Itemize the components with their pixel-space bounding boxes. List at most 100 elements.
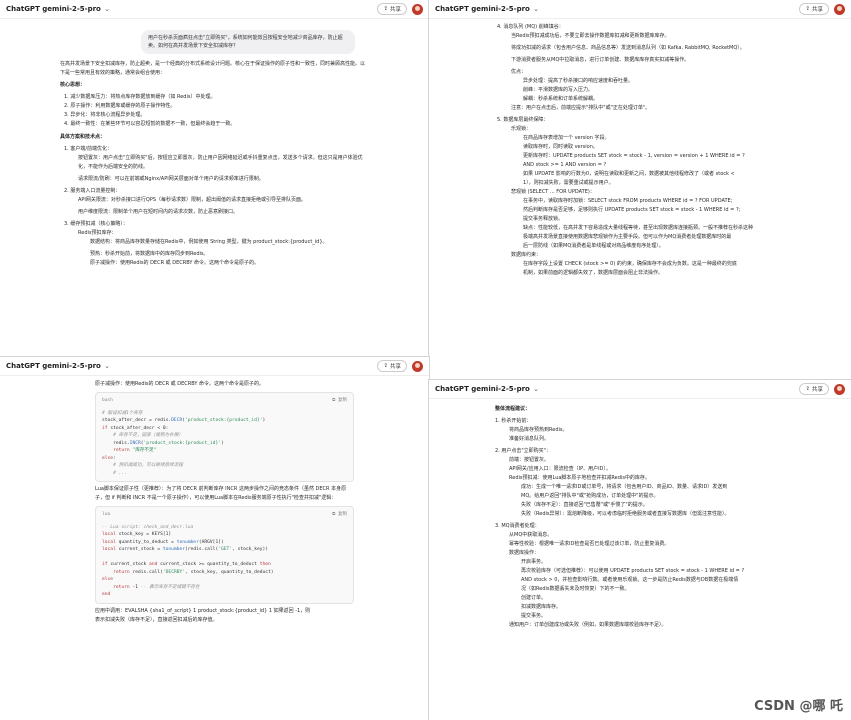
list-item: 成功：生成一个唯一请求ID或订单号，将请求（包含用户ID、商品ID、数量、请求I… (521, 484, 728, 490)
list-item: 极端高并发场景直接使用数据库悲观锁作为主要手段。但可以作为MQ消费者处理数据库时… (523, 234, 732, 240)
list-item: 开启事务。 (521, 559, 547, 565)
list-item: 应用中调用：EVALSHA {sha1_of_script} 1 product… (95, 607, 311, 614)
list-item: 提交事务释放锁。 (523, 216, 564, 222)
list-item: AND stock >= 1 AND version = ? (523, 162, 607, 168)
intro-text: 在高并发场景下安全扣减库存，防止超卖，是一个经典的分布式系统设计问题。核心在于保… (60, 61, 366, 76)
list-item: 如果 UPDATE 影响的行数为0，说明在读取和更新之间，数据被其他线程修改了（… (523, 171, 735, 177)
user-message: 用户在秒杀页面疯狂点击"立即购买"，系统如何能效且按程安全地减少商品库存，防止超… (141, 30, 355, 54)
watermark: CSDN @哪 吒 (754, 699, 843, 714)
share-icon: ⇪ (805, 386, 810, 392)
list-item: Lua脚本保证原子性（更推荐）：为了将 DECR 前判断库存 INCR 这两步操… (95, 486, 347, 501)
list-item: 3. 异步化：将非核心流程异步处理。 (64, 112, 146, 118)
list-item: 预热：秒杀开始前，将数据库中的库存同步到Redis。 (90, 251, 209, 257)
share-button[interactable]: ⇪ 共享 (799, 3, 829, 15)
list-item: Redis预扣库存： (78, 230, 117, 236)
list-item: 然后判断库存是否足够，足够则执行 UPDATE products SET sto… (523, 207, 741, 213)
copy-button[interactable]: ⧉ 复制 (332, 397, 347, 405)
list-item: 创建订单。 (521, 595, 547, 601)
copy-button[interactable]: ⧉ 复制 (332, 511, 347, 519)
share-icon: ⇪ (805, 6, 810, 12)
list-item: 准备好消息队列。 (509, 436, 550, 442)
chat-content: 原子减操作：使用Redis的 DECR 或 DECRBY 命令。这两个命令是原子… (0, 376, 429, 625)
share-button[interactable]: ⇪ 共享 (377, 360, 407, 372)
avatar[interactable] (412, 3, 423, 15)
avatar[interactable] (834, 383, 845, 395)
list-item: 1），则扣减失败，需要重试或提示用户。 (523, 180, 614, 186)
section-heading: 1. 客户端/前端优化： (64, 146, 113, 152)
chat-title[interactable]: ChatGPT gemini-2-5-pro ⌄ (435, 385, 799, 393)
list-item: 更新库存时：UPDATE products SET stock = stock … (523, 153, 745, 159)
list-item: 通知用户：订单创建成功或失败（例如，如果数据库端校验库存不足）。 (509, 622, 667, 628)
list-item: MQ。给用户返回"排队中"或"抢购成功，订单处理中"的提示。 (521, 493, 659, 499)
core-list: 1. 减少数据库压力：将热点库存数据放到缓存（如 Redis）中处理。 2. 原… (60, 93, 369, 129)
share-icon: ⇪ (383, 6, 388, 12)
section-heading: 4. 消息队列 (MQ) 削峰填谷： (497, 24, 564, 30)
list-item: 请求限流/防刷：可以在前端或Nginx/API网关层面对单个用户的请求频率进行限… (78, 176, 264, 182)
list-item: 前端：按钮置灰。 (509, 457, 550, 463)
section-heading: 2. 服务端入口流量控制： (64, 188, 121, 194)
chat-content: 4. 消息队列 (MQ) 削峰填谷： 当Redis预扣减成功后，不要立即去操作数… (429, 19, 851, 278)
chevron-down-icon[interactable]: ⌄ (531, 5, 539, 13)
section-heading: 1. 秒杀开始前： (495, 418, 532, 424)
section-heading: 3. MQ消费者处理： (495, 523, 540, 529)
chat-content: 用户在秒杀页面疯狂点击"立即购买"，系统如何能效且按程安全地减少商品库存，防止超… (0, 19, 429, 268)
list-item: 数据库操作： (509, 550, 540, 556)
list-item: AND stock > 0，并检查影响行数。或者使用乐观锁。这一步是防止Redi… (521, 577, 739, 583)
list-item: 从MQ中获取消息。 (509, 532, 553, 538)
list-item: 注意：用户在点击后，前端应提示"排队中"或"正在处理订单"。 (511, 105, 651, 111)
chat-window-4: ChatGPT gemini-2-5-pro ⌄ ⇪ 共享 整体流程建议： 1. … (429, 380, 851, 720)
share-button[interactable]: ⇪ 共享 (799, 383, 829, 395)
list-item: 1. 减少数据库压力：将热点库存数据放到缓存（如 Redis）中处理。 (64, 94, 216, 100)
list-item: 原子减操作：使用Redis的 DECR 或 DECRBY 命令。这两个命令是原子… (95, 381, 265, 387)
share-icon: ⇪ (383, 363, 388, 369)
chat-window-3: ChatGPT gemini-2-5-pro ⌄ ⇪ 共享 原子减操作：使用Red… (0, 357, 429, 720)
list-item: 解耦：秒杀系统和订单系统解耦。 (523, 96, 599, 102)
list-item: 原子减操作：使用Redis的 DECR 或 DECRBY 命令。这两个命令是原子… (90, 260, 260, 266)
chevron-down-icon[interactable]: ⌄ (102, 5, 110, 13)
code-lang-label: bash (102, 398, 113, 403)
list-item: 机制，如果前面的逻辑都失效了，数据库层面会阻止非法操作。 (523, 270, 664, 276)
list-item: 数据结构：将商品库存数量存储在Redis中，例如使用 String 类型，键为 … (90, 239, 328, 245)
assistant-message: 在高并发场景下安全扣减库存，防止超卖，是一个经典的分布式系统设计问题。核心在于保… (0, 60, 429, 268)
list-item: 失败（Redis异常）：需熔断降级，可以考虑临时拒绝服务或者直接写数据库（但需注… (521, 511, 730, 517)
title-bar: ChatGPT gemini-2-5-pro ⌄ ⇪ 共享 (429, 0, 851, 19)
list-item: 失败（库存不足）：直接返回"已售罄"或"手慢了"的提示。 (521, 502, 648, 508)
avatar[interactable] (834, 3, 845, 15)
list-item: 乐观锁： (511, 126, 532, 132)
chat-window-1: ChatGPT gemini-2-5-pro ⌄ ⇪ 共享 用户在秒杀页面疯狂点击… (0, 0, 429, 360)
avatar[interactable] (412, 360, 423, 372)
chevron-down-icon[interactable]: ⌄ (102, 362, 110, 370)
list-item: 将商品库存预热到Redis。 (509, 427, 568, 433)
section-heading: 2. 用户点击"立即购买"： (495, 448, 551, 454)
list-item: 在商品库存表增加一个 version 字段。 (523, 135, 610, 141)
heading-core: 核心思想： (60, 82, 86, 88)
list-item: 后一层防线（如果MQ消费者是单线程或对商品维度有序处理）。 (523, 243, 664, 249)
list-item: 悲观锁 (SELECT ... FOR UPDATE)： (511, 189, 595, 195)
list-item: 下游消费者服务从MQ中拉取消息，进行订单创建、数据库库存真实扣减等操作。 (511, 57, 690, 63)
chat-title[interactable]: ChatGPT gemini-2-5-pro ⌄ (6, 362, 377, 370)
list-item: 读取库存时，同时读取 version。 (523, 144, 598, 150)
list-item: API网关限流：对秒杀接口进行QPS（每秒请求数）限制，超出阈值的请求直接拒绝或… (78, 197, 307, 203)
list-item: 在库存字段上设置 CHECK (stock >= 0) 的约束，确保库存不会成为… (523, 261, 737, 267)
list-item: API网关/应用入口：限流检查（IP、用户ID）。 (509, 466, 611, 472)
list-item: 况（如Redis数据丢失未及时恢复）下的不一致。 (521, 586, 630, 592)
title-bar: ChatGPT gemini-2-5-pro ⌄ ⇪ 共享 (429, 380, 851, 399)
chat-title[interactable]: ChatGPT gemini-2-5-pro ⌄ (6, 5, 377, 13)
title-bar: ChatGPT gemini-2-5-pro ⌄ ⇪ 共享 (0, 357, 429, 376)
chevron-down-icon[interactable]: ⌄ (531, 385, 539, 393)
chat-title[interactable]: ChatGPT gemini-2-5-pro ⌄ (435, 5, 799, 13)
list-item: 数据库约束： (511, 252, 542, 258)
list-item: 扣减数据库库存。 (521, 604, 562, 610)
list-item: 表示扣减失败（库存不足），直接返回扣减后的库存值。 (95, 616, 218, 623)
code-block-bash: bash ⧉ 复制 # 假设扣减1个库存 stock_after_decr = re… (95, 392, 354, 482)
share-button[interactable]: ⇪ 共享 (377, 3, 407, 15)
list-item: 将成功扣减的请求（包含用户信息、商品信息等）发送到消息队列（如 Kafka, R… (511, 45, 745, 51)
heading-solutions: 具体方案和技术点： (60, 134, 106, 140)
heading-flow: 整体流程建议： (495, 406, 531, 412)
list-item: 在事务中，读取库存时加锁：SELECT stock FROM products … (523, 198, 733, 204)
list-item: 异步处理：提高了秒杀接口的响应速度和吞吐量。 (523, 78, 634, 84)
list-item: 2. 原子操作：利用数据库或缓存的原子操作特性。 (64, 103, 176, 109)
section-heading: 3. 缓存预扣减（核心策略）： (64, 221, 128, 227)
list-item: 提交事务。 (521, 613, 547, 619)
list-item: 幂等性校验：根据唯一请求ID检查是否已处理过该订单，防止重复消费。 (509, 541, 670, 547)
